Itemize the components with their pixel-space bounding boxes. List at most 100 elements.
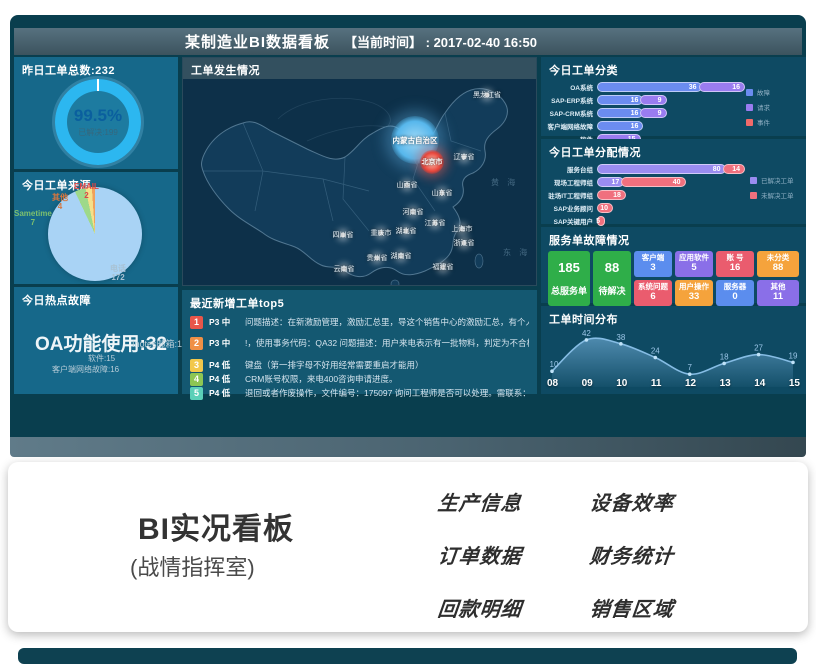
tile-value: 0 (732, 292, 737, 303)
footer-menu-item[interactable]: 销售区域 (588, 593, 741, 622)
map-sea-label: 东 海 (503, 247, 530, 258)
bar-segment: 16 (597, 95, 643, 105)
tile-value: 185 (558, 261, 580, 276)
svg-text:38: 38 (616, 333, 625, 342)
top5-row: 3P4 低键盘（第一排字母不好用经常需要重启才能用） (190, 359, 529, 371)
tile-label: 总服务单 (551, 286, 587, 296)
bar-segment: 9 (640, 95, 666, 105)
map-spot-label: 四川省 (333, 230, 354, 240)
bar-segment: 14 (723, 164, 745, 174)
map-spot-label: 辽宁省 (454, 152, 475, 162)
panel-today-source: 今日工单来源 EMAIL2其他4Sametime7电话172 (14, 172, 178, 284)
bar-row: OA系统3616 (547, 82, 748, 92)
tile-value: 88 (773, 263, 784, 274)
hotspot-word: 客户端网络故障:16 (52, 364, 119, 375)
donut-resolved-label: 已解决:199 (78, 127, 118, 138)
legend-item: 故障 (746, 87, 798, 97)
top5-rank-badge: 4 (190, 373, 203, 386)
bar-row: 客户端网络故障16 (547, 121, 748, 131)
bar-segment: 10 (597, 203, 613, 213)
fault-tile: 服务器0 (716, 280, 754, 306)
bar-row: 现场工程师组1740 (547, 177, 748, 187)
map-spot-label: 云南省 (334, 264, 355, 274)
time-x-label: 08 (547, 378, 558, 389)
bar-segment: 36 (597, 82, 702, 92)
top5-priority: P3 中 (209, 316, 239, 328)
bar-track: 169 (597, 108, 748, 118)
bar-track: 18 (597, 190, 748, 200)
bottom-accent-bar (18, 648, 797, 664)
legend-swatch (750, 192, 757, 199)
map-spot-label: 浙江省 (454, 238, 475, 248)
pie-slice-value: 172 (110, 273, 126, 282)
fault-pending-tile: 88待解决 (593, 251, 631, 306)
svg-text:7: 7 (687, 363, 692, 372)
footer-menu-item[interactable]: 生产信息 (436, 487, 589, 516)
top5-description: !，使用事务代码：QA32 问题描述：用户来电表示有一批物料，判定为不合格，在S… (245, 337, 529, 349)
map-bubble-beijing: 北京市 (420, 150, 444, 174)
pie-slice-name: 其他 (52, 193, 68, 202)
top5-priority: P4 低 (209, 387, 239, 399)
bar-row-label: OA系统 (547, 82, 597, 92)
footer-subtitle: (战情指挥室) (130, 550, 255, 582)
map-spot-label: 山东省 (432, 188, 453, 198)
time-x-label: 10 (616, 378, 627, 389)
dashboard-title: 某制造业BI数据看板 (185, 31, 330, 52)
legend-item: 请求 (746, 102, 798, 112)
fault-tile: 用户操作33 (675, 280, 713, 306)
svg-text:24: 24 (651, 347, 660, 356)
pie-slice-label: 电话172 (110, 264, 126, 282)
footer-menu-item[interactable]: 订单数据 (436, 540, 589, 569)
tile-value: 88 (605, 261, 619, 276)
bar-row-label: 服务台组 (547, 164, 597, 174)
map-bubble-label: 北京市 (422, 157, 443, 167)
pie-slice-label: 其他4 (52, 193, 68, 211)
assign-legend: 已解决工单未解决工单 (750, 175, 802, 200)
time-x-label: 09 (582, 378, 593, 389)
legend-label: 请求 (757, 102, 770, 112)
map-spot-label: 重庆市 (371, 228, 392, 238)
footer-menu-item[interactable]: 设备效率 (588, 487, 741, 516)
fault-tile: 客户端3 (634, 251, 672, 277)
panel-time-distribution: 工单时间分布 104238247182719 0809101112131415 (541, 306, 806, 394)
bar-row: 服务台组8014 (547, 164, 748, 174)
svg-text:27: 27 (754, 344, 763, 353)
bar-row: SAP-CRM系统169 (547, 108, 748, 118)
panel-title: 工单时间分布 (541, 306, 806, 329)
map-spot-label: 黑龙江省 (473, 90, 501, 100)
top5-description: CRM账号权限，来电400咨询申请进度。 (245, 373, 529, 385)
tile-value: 5 (691, 263, 696, 274)
dashboard-header: 某制造业BI数据看板 【当前时间】 : 2017-02-40 16:50 (14, 28, 802, 55)
legend-label: 未解决工单 (761, 190, 794, 200)
top5-rank-badge: 5 (190, 387, 203, 400)
footer-menu-item[interactable]: 财务统计 (588, 540, 741, 569)
footer-card: BI实况看板 (战情指挥室) 生产信息设备效率订单数据财务统计回款明细销售区域 (8, 462, 808, 632)
bar-row-label: SAP-ERP系统 (547, 95, 597, 105)
bar-segment: 16 (597, 121, 643, 131)
map-spot-label: 湖南省 (391, 251, 412, 261)
pie-slice-name: EMAIL (74, 182, 99, 191)
fault-total-tile: 185 总服务单 (548, 251, 590, 306)
footer-menu: 生产信息设备效率订单数据财务统计回款明细销售区域 (438, 487, 740, 622)
svg-text:42: 42 (582, 329, 591, 338)
legend-swatch (746, 104, 753, 111)
bar-row: SAP关键用户5 (547, 216, 748, 226)
fault-tile: 未分类88 (757, 251, 799, 277)
pie-slice-name: 电话 (110, 264, 126, 273)
bar-segment: 17 (597, 177, 624, 187)
pie-slice-value: 2 (74, 191, 99, 200)
dashboard-current-time: 【当前时间】 : 2017-02-40 16:50 (344, 32, 537, 51)
donut-hole: 99.5% 已解决:199 (67, 91, 129, 153)
bar-segment: 40 (621, 177, 685, 187)
bar-track: 3616 (597, 82, 748, 92)
map-spot-label: 福建省 (433, 262, 454, 272)
panel-today-hotspot: 今日热点故障 OA功能使用:32Inotes邮箱:11软件:15客户端网络故障:… (14, 287, 178, 394)
footer-menu-item[interactable]: 回款明细 (436, 593, 589, 622)
dashboard-screen: 某制造业BI数据看板 【当前时间】 : 2017-02-40 16:50 昨日工… (10, 15, 806, 437)
bar-row-label: 客户端网络故障 (547, 121, 597, 131)
time-x-label: 15 (789, 378, 800, 389)
bar-segment: 16 (699, 82, 745, 92)
panel-today-classify: 今日工单分类 OA系统3616SAP-ERP系统169SAP-CRM系统169客… (541, 57, 806, 136)
bar-track: 5 (597, 216, 748, 226)
pie-slice-value: 7 (14, 218, 52, 227)
